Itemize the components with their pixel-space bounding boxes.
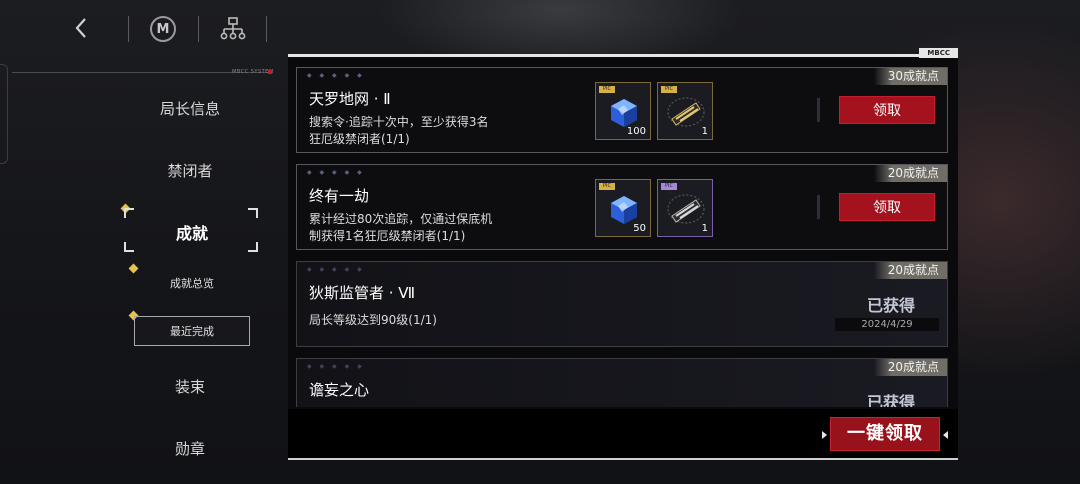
decor-dots: ◆ ◆ ◆ ◆ ◆ [307, 266, 365, 273]
blue-crystal-icon [611, 196, 637, 224]
achievement-desc: 局长等级达到90级(1/1) [309, 312, 549, 329]
achievement-panel: MBCC ◆ ◆ ◆ ◆ ◆ 30成就点 天罗地网 · Ⅱ 搜索令·追踪十次中，… [288, 48, 958, 460]
obtained-date: 2024/4/29 [835, 318, 939, 331]
obtained-status: 已获得 [866, 393, 915, 407]
points-badge: 20成就点 [873, 262, 947, 279]
top-bar: M [0, 0, 290, 56]
achievement-title: 谵妄之心 [309, 381, 370, 399]
reward-count: 1 [701, 126, 708, 137]
achievement-card: ◆ ◆ ◆ ◆ ◆ 20成就点 谵妄之心 已获得 [296, 358, 948, 407]
points-badge: 20成就点 [873, 165, 947, 182]
claim-all-button[interactable]: 一键领取 [830, 417, 940, 451]
desc-line: 搜索令·追踪十次中，至少获得3名 [309, 115, 489, 129]
points-badge: 20成就点 [873, 359, 947, 376]
achievement-card: ◆ ◆ ◆ ◆ ◆ 30成就点 天罗地网 · Ⅱ 搜索令·追踪十次中，至少获得3… [296, 67, 948, 153]
bracket-top-right [248, 208, 258, 218]
claim-button[interactable]: 领取 [839, 96, 935, 124]
nav-item-medals[interactable]: 勋章 [100, 438, 280, 459]
blue-crystal-icon [611, 99, 637, 127]
bracket-top-left [124, 208, 134, 218]
desc-line: 局长等级达到90级(1/1) [309, 313, 437, 327]
achievement-card: ◆ ◆ ◆ ◆ ◆ 20成就点 终有一劫 累计经过80次追踪，仅通过保底机 制获… [296, 164, 948, 250]
sub-item-overview[interactable]: 成就总览 [134, 269, 250, 299]
arrow-right-icon [943, 431, 948, 439]
sub-item-recent[interactable]: 最近完成 [134, 316, 250, 346]
rarity-tag: PIC EN [599, 86, 615, 99]
reward-slot[interactable]: PIC EN 100 [595, 82, 651, 140]
claim-side-bar [817, 98, 820, 122]
back-arrow-icon[interactable] [70, 16, 92, 40]
achievement-title: 终有一劫 [309, 187, 370, 205]
hierarchy-icon[interactable] [220, 16, 246, 42]
rarity-tag: PIC EN [599, 183, 615, 196]
reward-slot[interactable]: PIC EN 1 [657, 82, 713, 140]
left-edge-frame [0, 64, 8, 164]
achievement-title: 狄斯监管者 · Ⅶ [309, 284, 416, 302]
points-badge: 30成就点 [873, 68, 947, 85]
desc-line: 累计经过80次追踪，仅通过保底机 [309, 212, 493, 226]
purple-chain-icon [667, 194, 705, 224]
achievement-desc: 累计经过80次追踪，仅通过保底机 制获得1名狂厄级禁闭者(1/1) [309, 211, 549, 245]
reward-count: 50 [633, 223, 646, 234]
claim-button[interactable]: 领取 [839, 193, 935, 221]
decor-dots: ◆ ◆ ◆ ◆ ◆ [307, 363, 365, 370]
rarity-tag: PIC EN [661, 183, 677, 196]
divider [198, 16, 199, 42]
nav-item-outfits[interactable]: 装束 [100, 376, 280, 397]
claim-side-bar [817, 195, 820, 219]
obtained-status: 已获得 [866, 296, 915, 315]
gold-chain-icon [667, 97, 705, 127]
bottom-action-bar: 一键领取 [288, 409, 958, 459]
mbcc-logo-icon: M [150, 16, 176, 42]
achievement-card: ◆ ◆ ◆ ◆ ◆ 20成就点 狄斯监管者 · Ⅶ 局长等级达到90级(1/1)… [296, 261, 948, 347]
reward-count: 100 [626, 126, 646, 137]
desc-line: 狂厄级禁闭者(1/1) [309, 132, 410, 146]
reward-slot[interactable]: PIC EN 1 [657, 179, 713, 237]
rarity-tag: PIC EN [661, 86, 677, 99]
nav-item-director-info[interactable]: 局长信息 [100, 98, 280, 119]
reward-slot[interactable]: PIC EN 50 [595, 179, 651, 237]
divider [266, 16, 267, 42]
achievement-desc: 搜索令·追踪十次中，至少获得3名 狂厄级禁闭者(1/1) [309, 114, 549, 148]
system-indicator [268, 70, 272, 74]
desc-line: 制获得1名狂厄级禁闭者(1/1) [309, 229, 466, 243]
decor-dots: ◆ ◆ ◆ ◆ ◆ [307, 169, 365, 176]
decor-dots: ◆ ◆ ◆ ◆ ◆ [307, 72, 365, 79]
arrow-left-icon [822, 431, 827, 439]
nav-item-sinners[interactable]: 禁闭者 [100, 160, 280, 181]
divider [128, 16, 129, 42]
reward-count: 1 [701, 223, 708, 234]
panel-bottom-line [288, 458, 958, 460]
achievement-list[interactable]: ◆ ◆ ◆ ◆ ◆ 30成就点 天罗地网 · Ⅱ 搜索令·追踪十次中，至少获得3… [296, 67, 948, 407]
achievement-title: 天罗地网 · Ⅱ [309, 90, 391, 108]
panel-tag: MBCC [919, 48, 958, 58]
nav-item-achievements[interactable]: 成就 [100, 220, 284, 244]
